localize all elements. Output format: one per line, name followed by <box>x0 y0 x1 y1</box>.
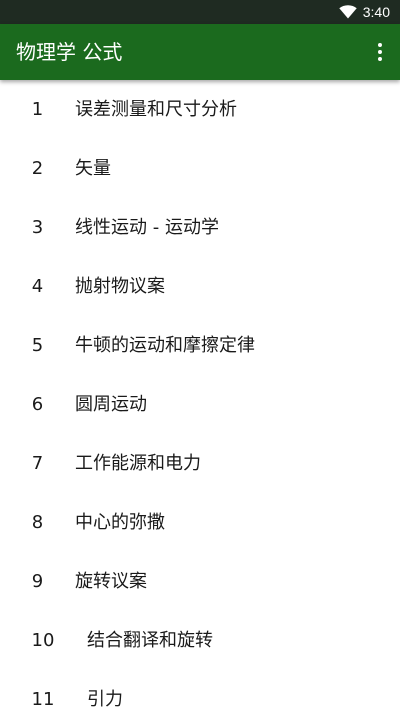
status-time: 3:40 <box>362 4 390 20</box>
item-label: 结合翻译和旋转 <box>87 630 213 651</box>
list-item[interactable]: 6 圆周运动 <box>0 375 400 434</box>
item-label: 矢量 <box>75 158 111 179</box>
app-title: 物理学 公式 <box>16 40 123 64</box>
item-number: 7 <box>31 453 44 474</box>
item-number: 10 <box>31 630 55 651</box>
item-label: 旋转议案 <box>75 571 147 592</box>
list-item[interactable]: 10 结合翻译和旋转 <box>0 611 400 670</box>
list-item[interactable]: 3 线性运动 - 运动学 <box>0 198 400 257</box>
status-icons: 3:40 <box>339 0 390 24</box>
item-number: 3 <box>31 217 44 238</box>
list-item[interactable]: 1 误差测量和尺寸分析 <box>0 80 400 139</box>
wifi-icon <box>339 5 357 19</box>
app-bar: 物理学 公式 <box>0 24 400 80</box>
item-number: 9 <box>31 571 44 592</box>
list-item[interactable]: 2 矢量 <box>0 139 400 198</box>
list-item[interactable]: 9 旋转议案 <box>0 552 400 611</box>
item-number: 11 <box>31 689 55 710</box>
item-label: 圆周运动 <box>75 394 147 415</box>
item-number: 4 <box>31 276 44 297</box>
list-item[interactable]: 8 中心的弥撒 <box>0 493 400 552</box>
item-label: 抛射物议案 <box>75 276 165 297</box>
item-label: 引力 <box>87 689 123 710</box>
item-number: 8 <box>31 512 44 533</box>
item-number: 1 <box>31 99 44 120</box>
status-bar: 3:40 <box>0 0 400 24</box>
list-item[interactable]: 11 引力 <box>0 670 400 710</box>
list-item[interactable]: 5 牛顿的运动和摩擦定律 <box>0 316 400 375</box>
more-options-button[interactable] <box>368 32 392 72</box>
item-number: 5 <box>31 335 44 356</box>
list-item[interactable]: 4 抛射物议案 <box>0 257 400 316</box>
item-number: 6 <box>31 394 44 415</box>
item-label: 牛顿的运动和摩擦定律 <box>75 335 255 356</box>
item-number: 2 <box>31 158 44 179</box>
item-label: 工作能源和电力 <box>75 453 201 474</box>
list-item[interactable]: 7 工作能源和电力 <box>0 434 400 493</box>
formula-topic-list: 1 误差测量和尺寸分析 2 矢量 3 线性运动 - 运动学 4 抛射物议案 5 … <box>0 80 400 710</box>
item-label: 线性运动 - 运动学 <box>75 217 219 238</box>
more-vert-icon <box>378 43 382 61</box>
item-label: 中心的弥撒 <box>75 512 165 533</box>
item-label: 误差测量和尺寸分析 <box>75 99 237 120</box>
